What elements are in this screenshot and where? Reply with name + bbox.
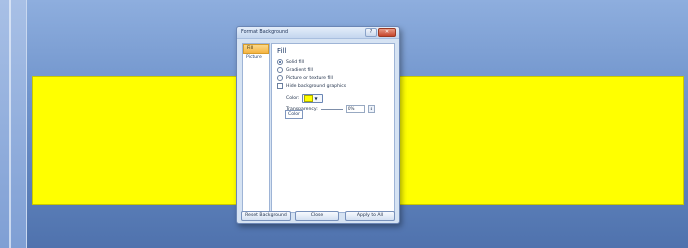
help-button[interactable]: ?: [365, 28, 377, 37]
reset-background-button[interactable]: Reset Background: [241, 211, 291, 221]
color-picker-button[interactable]: ▼: [302, 94, 324, 103]
dialog-footer: Reset Background Close Apply to All: [237, 210, 399, 221]
nav-item-picture[interactable]: Picture: [243, 54, 269, 62]
panel-heading: Fill: [277, 47, 287, 55]
picture-texture-fill-label: Picture or texture fill: [286, 75, 333, 81]
nav-item-fill[interactable]: Fill: [243, 44, 269, 54]
color-row: Color: ▼: [286, 94, 324, 103]
checkbox-icon[interactable]: [277, 83, 283, 89]
radio-icon[interactable]: [277, 59, 283, 65]
hide-background-graphics-option[interactable]: Hide background graphics: [277, 83, 346, 89]
dialog-titlebar[interactable]: Format Background ? ✕: [237, 27, 399, 39]
format-background-dialog: Format Background ? ✕ Fill Picture Fill …: [236, 26, 400, 224]
color-label: Color:: [286, 96, 300, 101]
slide-thumbnail-pane: [0, 0, 27, 248]
color-swatch: [304, 95, 314, 102]
radio-icon[interactable]: [277, 75, 283, 81]
fill-panel: Fill Solid fill Gradient fill Picture or…: [271, 43, 395, 213]
close-button[interactable]: Close: [295, 211, 339, 221]
gradient-fill-label: Gradient fill: [286, 67, 313, 73]
radio-icon[interactable]: [277, 67, 283, 73]
category-nav: Fill Picture: [242, 43, 270, 213]
pane-divider: [9, 0, 11, 248]
hide-background-graphics-label: Hide background graphics: [286, 83, 347, 89]
transparency-slider[interactable]: [320, 108, 343, 110]
color-tooltip: Color: [285, 110, 303, 119]
chevron-down-icon: ▼: [314, 96, 318, 101]
spinner-icon[interactable]: ↕: [367, 105, 375, 113]
close-icon[interactable]: ✕: [378, 28, 396, 37]
transparency-input[interactable]: 0%: [345, 105, 365, 113]
window-controls: ? ✕: [365, 28, 396, 37]
gradient-fill-option[interactable]: Gradient fill: [277, 67, 313, 73]
solid-fill-label: Solid fill: [286, 59, 305, 65]
solid-fill-option[interactable]: Solid fill: [277, 59, 304, 65]
dialog-title: Format Background: [241, 30, 289, 35]
apply-to-all-button[interactable]: Apply to All: [345, 211, 395, 221]
picture-texture-fill-option[interactable]: Picture or texture fill: [277, 75, 333, 81]
